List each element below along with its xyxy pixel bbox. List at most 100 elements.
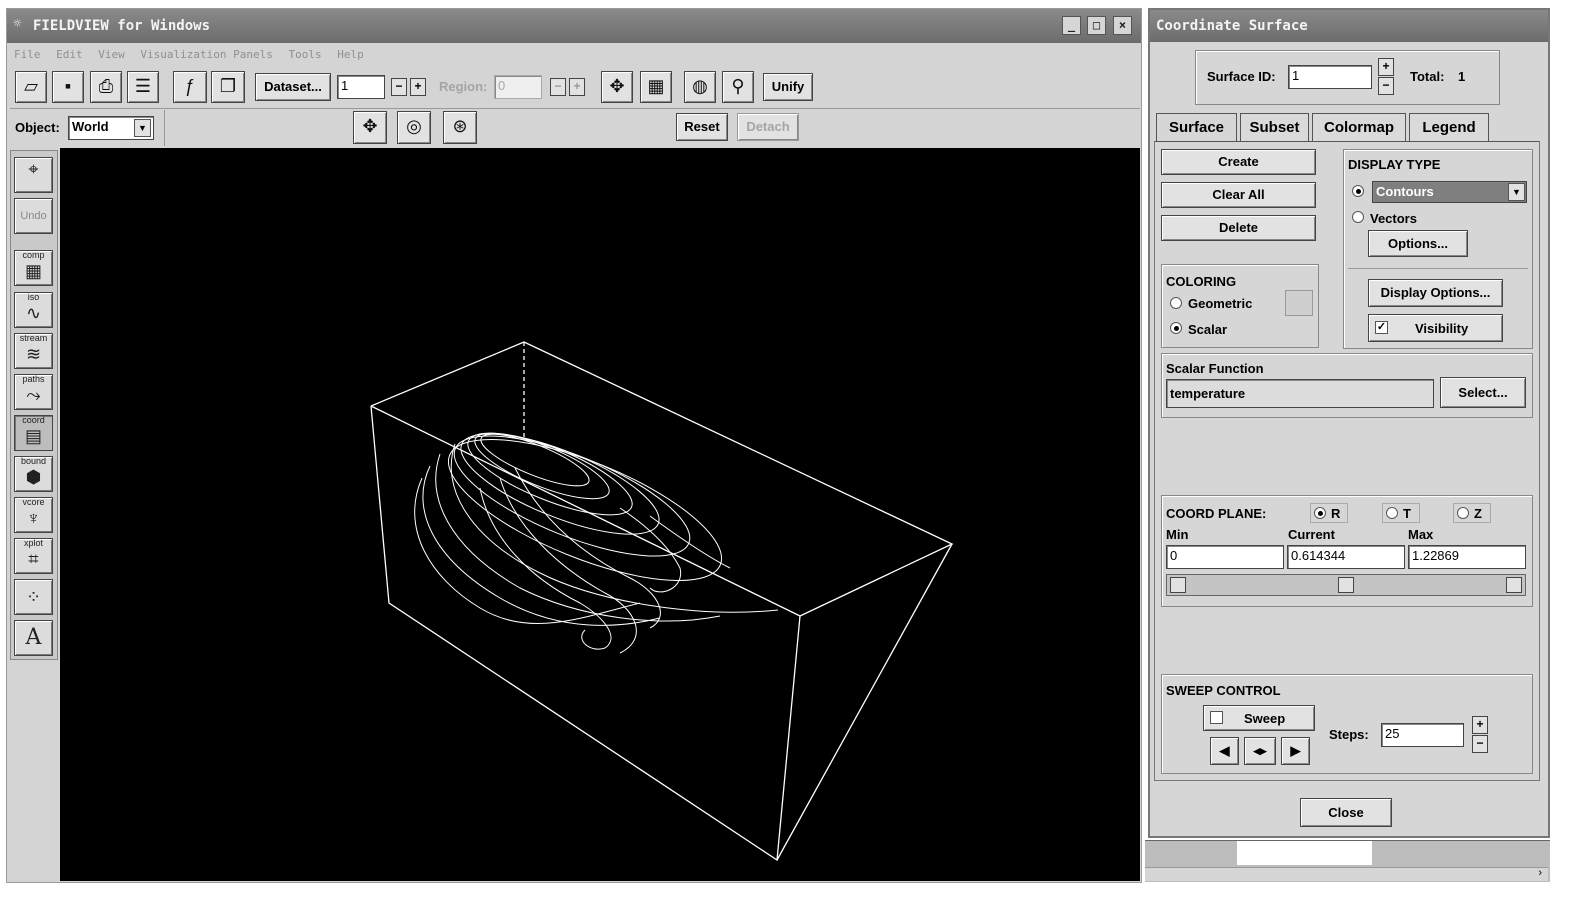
graphics-viewport[interactable] [60, 148, 1140, 881]
unify-button[interactable]: Unify [763, 73, 813, 101]
sweep-bounce-button[interactable]: ◂▸ [1244, 737, 1276, 765]
plane-z-option[interactable]: Z [1453, 503, 1491, 523]
dataset-increment-button[interactable]: + [410, 78, 426, 96]
slider-thumb[interactable] [1338, 577, 1354, 593]
close-window-button[interactable]: × [1113, 16, 1132, 35]
maximize-button[interactable]: □ [1087, 16, 1106, 35]
plane-t-option[interactable]: T [1382, 503, 1420, 523]
menu-file[interactable]: File [14, 48, 41, 61]
coord-tool-button[interactable]: coord ▤ [14, 415, 53, 451]
plane-r-option[interactable]: R [1310, 503, 1348, 523]
undo-button[interactable]: Undo [14, 198, 53, 234]
comp-tool-button[interactable]: comp ▦ [14, 250, 53, 286]
plane-t-radio[interactable] [1386, 507, 1398, 519]
steps-increment-button[interactable]: + [1472, 716, 1488, 734]
menu-help[interactable]: Help [337, 48, 364, 61]
vectors-radio[interactable] [1352, 211, 1364, 223]
vcore-tool-button[interactable]: vcore ♆ [14, 497, 53, 533]
surface-id-field[interactable]: 1 [1288, 65, 1372, 89]
zoom-icon[interactable]: ⊛ [443, 111, 477, 144]
save-icon[interactable]: ▪ [52, 71, 84, 103]
minimize-button[interactable]: _ [1062, 16, 1081, 35]
probe-tool-button[interactable]: ⁘ [14, 579, 53, 615]
region-field[interactable]: 0 [494, 75, 542, 99]
region-increment-button[interactable]: + [569, 78, 585, 96]
select-button[interactable]: Select... [1440, 377, 1526, 408]
min-label: Min [1166, 527, 1189, 542]
grid-icon[interactable]: ▦ [640, 71, 672, 103]
xplot-tool-button[interactable]: xplot ⌗ [14, 538, 53, 574]
paths-tool-button[interactable]: paths ⤳ [14, 374, 53, 410]
background-window-scrollbar[interactable]: › [1145, 867, 1548, 881]
visibility-checkbox[interactable]: ✓ [1375, 321, 1388, 334]
detach-button[interactable]: Detach [737, 113, 799, 141]
main-title-bar[interactable]: ☼ FIELDVIEW for Windows _ □ × [7, 9, 1141, 43]
chevron-down-icon[interactable]: ▼ [1508, 183, 1525, 201]
sphere-icon[interactable]: ◍ [684, 71, 716, 103]
steps-decrement-button[interactable]: − [1472, 735, 1488, 753]
dataset-button[interactable]: Dataset... [255, 73, 331, 101]
geometric-color-swatch[interactable] [1285, 290, 1313, 316]
iso-tool-button[interactable]: iso ∿ [14, 292, 53, 328]
tab-surface[interactable]: Surface [1156, 113, 1237, 142]
max-field[interactable]: 1.22869 [1408, 545, 1526, 569]
current-field[interactable]: 0.614344 [1287, 545, 1405, 569]
coord-slider[interactable] [1166, 574, 1526, 596]
min-field[interactable]: 0 [1166, 545, 1284, 569]
probe-icon[interactable]: ⚲ [722, 71, 754, 103]
clear-all-button[interactable]: Clear All [1161, 182, 1316, 208]
surface-id-increment-button[interactable]: + [1378, 58, 1394, 76]
close-button[interactable]: Close [1300, 798, 1392, 827]
plane-r-radio[interactable] [1314, 507, 1326, 519]
open-file-icon[interactable]: ▱ [15, 71, 47, 103]
contours-select[interactable]: Contours ▼ [1372, 181, 1527, 203]
delete-button[interactable]: Delete [1161, 215, 1316, 241]
plot-icon: ⌗ [28, 549, 39, 569]
vortex-core-icon: ♆ [26, 508, 41, 528]
scroll-right-icon[interactable]: › [1538, 867, 1542, 879]
visibility-button[interactable]: ✓ Visibility [1368, 314, 1503, 342]
print-icon[interactable]: ⎙ [90, 71, 122, 103]
dataset-decrement-button[interactable]: − [391, 78, 407, 96]
menu-visualization-panels[interactable]: Visualization Panels [140, 48, 272, 61]
rotate-icon[interactable]: ◎ [397, 111, 431, 144]
create-button[interactable]: Create [1161, 149, 1316, 175]
current-label: Current [1288, 527, 1335, 542]
panel-title: Coordinate Surface [1156, 18, 1308, 34]
text-tool-button[interactable]: A [14, 620, 53, 656]
tab-subset[interactable]: Subset [1240, 113, 1309, 142]
sweep-forward-button[interactable]: ▶ [1281, 737, 1310, 765]
menu-edit[interactable]: Edit [56, 48, 83, 61]
copy-dataset-icon[interactable]: ❐ [211, 71, 245, 103]
display-options-button[interactable]: Display Options... [1368, 279, 1503, 307]
sweep-checkbox[interactable] [1210, 711, 1223, 724]
options-button[interactable]: Options... [1368, 230, 1468, 257]
reset-button[interactable]: Reset [676, 113, 728, 141]
tab-legend[interactable]: Legend [1409, 113, 1489, 142]
translate-icon[interactable]: ✥ [353, 111, 387, 144]
contours-radio[interactable] [1352, 185, 1364, 197]
chevron-down-icon[interactable]: ▼ [134, 119, 151, 137]
bound-tool-button[interactable]: bound ⬢ [14, 456, 53, 492]
dataset-field[interactable]: 1 [337, 75, 385, 99]
panel-title-bar[interactable]: Coordinate Surface [1150, 10, 1548, 42]
tab-colormap[interactable]: Colormap [1312, 113, 1406, 142]
list-icon[interactable]: ☰ [127, 71, 159, 103]
scalar-radio[interactable] [1170, 322, 1182, 334]
region-decrement-button[interactable]: − [550, 78, 566, 96]
scalar-function-field[interactable]: temperature [1166, 379, 1434, 408]
surface-id-decrement-button[interactable]: − [1378, 77, 1394, 95]
cursor-tool-button[interactable]: ⌖ [14, 157, 53, 193]
sweep-back-button[interactable]: ◀ [1210, 737, 1239, 765]
object-select[interactable]: World ▼ [68, 116, 154, 140]
fit-view-icon[interactable]: ✥ [601, 71, 633, 103]
sweep-toggle-button[interactable]: Sweep [1203, 705, 1315, 731]
menu-tools[interactable]: Tools [288, 48, 321, 61]
steps-field[interactable]: 25 [1381, 723, 1464, 747]
plane-z-radio[interactable] [1457, 507, 1469, 519]
sweep-control-label: SWEEP CONTROL [1166, 683, 1281, 698]
menu-view[interactable]: View [98, 48, 125, 61]
geometric-radio[interactable] [1170, 297, 1182, 309]
stream-tool-button[interactable]: stream ≋ [14, 333, 53, 369]
function-icon[interactable]: ƒ [173, 71, 207, 103]
